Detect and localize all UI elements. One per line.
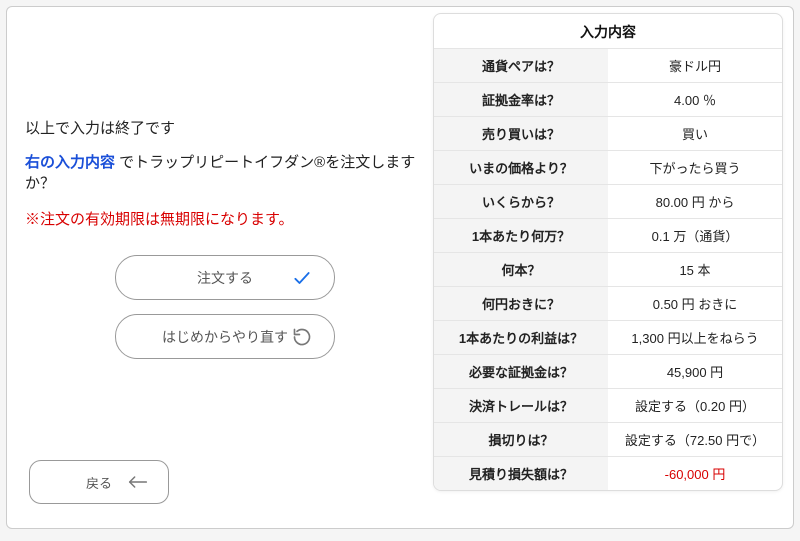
restart-button[interactable]: はじめからやり直す [115, 314, 335, 359]
row-value: 豪ドル円 [608, 49, 782, 83]
table-row: 決済トレールは？設定する（0.20 円） [434, 389, 782, 423]
back-button[interactable]: 戻る [29, 460, 169, 504]
expiry-warning: ※注文の有効期限は無期限になります。 [25, 208, 425, 229]
submit-order-button[interactable]: 注文する [115, 255, 335, 300]
table-row: 1本あたり何万？0.1 万（通貨） [434, 219, 782, 253]
order-confirm-panel: 以上で入力は終了です 右の入力内容 でトラップリピートイフダン®を注文しますか？… [6, 6, 794, 529]
action-buttons: 注文する はじめからやり直す [25, 255, 425, 359]
row-label: 1本あたり何万？ [434, 219, 608, 253]
table-row: いくらから？80.00 円 から [434, 185, 782, 219]
row-value: 4.00 ％ [608, 83, 782, 117]
row-value: 0.50 円 おきに [608, 287, 782, 321]
row-label: いまの価格より？ [434, 151, 608, 185]
row-label: 通貨ペアは？ [434, 49, 608, 83]
table-row: 必要な証拠金は？45,900 円 [434, 355, 782, 389]
table-row: いまの価格より？下がったら買う [434, 151, 782, 185]
submit-order-label: 注文する [197, 268, 253, 288]
summary-title: 入力内容 [434, 14, 782, 48]
table-row: 損切りは？設定する（72.50 円で） [434, 423, 782, 457]
row-label: 見積り損失額は？ [434, 457, 608, 491]
row-value: 設定する（0.20 円） [608, 389, 782, 423]
confirm-text: 右の入力内容 でトラップリピートイフダン®を注文しますか？ [25, 152, 425, 194]
row-value: 1,300 円以上をねらう [608, 321, 782, 355]
check-icon [292, 268, 312, 288]
row-label: 何本？ [434, 253, 608, 287]
table-row: 何本？15 本 [434, 253, 782, 287]
table-row: 1本あたりの利益は？1,300 円以上をねらう [434, 321, 782, 355]
row-label: 何円おきに？ [434, 287, 608, 321]
left-content: 以上で入力は終了です 右の入力内容 でトラップリピートイフダン®を注文しますか？… [25, 117, 425, 359]
row-value: 設定する（72.50 円で） [608, 423, 782, 457]
row-label: いくらから？ [434, 185, 608, 219]
refresh-icon [292, 327, 312, 347]
row-value: 0.1 万（通貨） [608, 219, 782, 253]
confirm-highlight: 右の入力内容 [25, 154, 115, 171]
summary-table: 通貨ペアは？豪ドル円証拠金率は？4.00 ％売り買いは？買いいまの価格より？下が… [434, 48, 782, 490]
arrow-left-icon [128, 475, 148, 489]
row-value: 15 本 [608, 253, 782, 287]
row-label: 決済トレールは？ [434, 389, 608, 423]
row-label: 必要な証拠金は？ [434, 355, 608, 389]
row-label: 証拠金率は？ [434, 83, 608, 117]
table-row: 証拠金率は？4.00 ％ [434, 83, 782, 117]
row-value: 買い [608, 117, 782, 151]
row-value: -60,000 円 [608, 457, 782, 491]
restart-label: はじめからやり直す [162, 327, 288, 347]
table-row: 通貨ペアは？豪ドル円 [434, 49, 782, 83]
summary-card: 入力内容 通貨ペアは？豪ドル円証拠金率は？4.00 ％売り買いは？買いいまの価格… [433, 13, 783, 491]
row-label: 1本あたりの利益は？ [434, 321, 608, 355]
table-row: 見積り損失額は？-60,000 円 [434, 457, 782, 491]
table-row: 売り買いは？買い [434, 117, 782, 151]
row-value: 45,900 円 [608, 355, 782, 389]
finish-text: 以上で入力は終了です [25, 117, 425, 138]
table-row: 何円おきに？0.50 円 おきに [434, 287, 782, 321]
row-label: 売り買いは？ [434, 117, 608, 151]
row-value: 80.00 円 から [608, 185, 782, 219]
row-value: 下がったら買う [608, 151, 782, 185]
row-label: 損切りは？ [434, 423, 608, 457]
back-label: 戻る [86, 473, 112, 492]
